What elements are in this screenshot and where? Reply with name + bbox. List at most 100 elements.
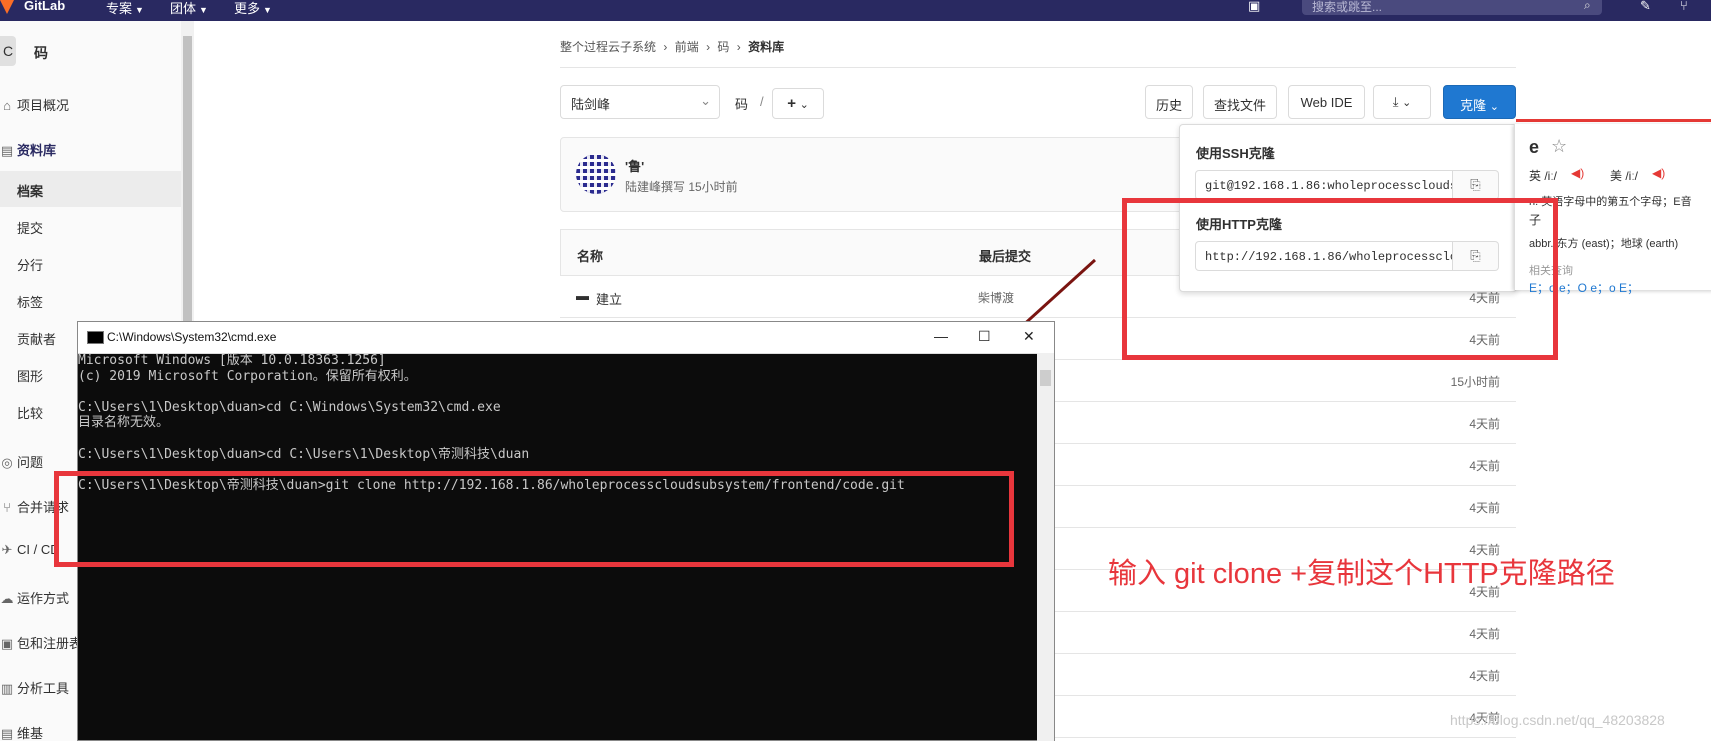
maximize-icon[interactable]: ☐ bbox=[978, 328, 991, 345]
cmd-window-title: C:\Windows\System32\cmd.exe bbox=[107, 330, 277, 344]
commit-time: 15小时前 bbox=[1450, 375, 1500, 389]
cmd-line: (c) 2019 Microsoft Corporation。保留所有权利。 bbox=[78, 368, 417, 384]
sidebar-item-files[interactable]: 档案 bbox=[17, 181, 43, 200]
avatar-pattern bbox=[576, 154, 616, 194]
cmd-line: 目录名称无效。 bbox=[78, 415, 170, 431]
find-file-button[interactable]: 查找文件 bbox=[1203, 85, 1277, 119]
rocket-icon: ✈ bbox=[1, 542, 13, 557]
speaker-icon[interactable]: ◀) bbox=[1652, 166, 1665, 180]
breadcrumb-item[interactable]: 前端 bbox=[675, 40, 699, 54]
ssh-clone-label: 使用SSH克隆 bbox=[1196, 146, 1275, 161]
chevron-down-icon: ▼ bbox=[199, 5, 208, 15]
commit-time: 4天前 bbox=[1469, 501, 1500, 515]
new-item-icon[interactable]: ▣ bbox=[1248, 0, 1260, 14]
dictionary-topbar bbox=[1516, 119, 1711, 122]
speaker-icon[interactable]: ◀) bbox=[1571, 166, 1584, 180]
path-root[interactable]: 码 bbox=[735, 94, 748, 113]
todo-icon[interactable]: ✎ bbox=[1640, 0, 1651, 14]
cmd-scroll-thumb[interactable] bbox=[1040, 370, 1051, 386]
path-separator: / bbox=[760, 94, 764, 109]
book-icon: ▤ bbox=[0, 726, 14, 741]
cmd-line: C:\Users\1\Desktop\duan>cd C:\Users\1\De… bbox=[78, 446, 530, 462]
download-dropdown[interactable]: ⤓ ⌄ bbox=[1373, 85, 1431, 119]
highlight-box-git-clone bbox=[54, 471, 1014, 567]
web-ide-button[interactable]: Web IDE bbox=[1288, 85, 1365, 119]
clone-button[interactable]: 克隆 ⌄ bbox=[1443, 85, 1516, 119]
cmd-line bbox=[78, 384, 1036, 400]
merge-requests-icon[interactable]: ⑂ bbox=[1680, 0, 1688, 13]
star-icon[interactable]: ☆ bbox=[1551, 136, 1567, 157]
cloud-icon: ☁ bbox=[0, 591, 14, 606]
sidebar-item-branches[interactable]: 分行 bbox=[17, 255, 43, 274]
commit-time: 4天前 bbox=[1469, 627, 1500, 641]
ssh-url-field[interactable]: git@192.168.1.86:wholeprocesscloudsubsys… bbox=[1195, 170, 1453, 200]
sidebar-item-wiki[interactable]: ▤ 维基 bbox=[0, 723, 43, 742]
breadcrumb-current[interactable]: 资料库 bbox=[748, 40, 784, 54]
sidebar-item-commits[interactable]: 提交 bbox=[17, 218, 43, 237]
search-input[interactable]: 搜索或跳至... ⌕ bbox=[1302, 0, 1602, 15]
column-name: 名称 bbox=[577, 249, 604, 264]
chevron-down-icon: ⌄ bbox=[799, 99, 809, 111]
project-avatar[interactable]: C bbox=[0, 36, 16, 66]
dictionary-word: e bbox=[1529, 137, 1540, 157]
chevron-down-icon: ⌄ bbox=[1489, 101, 1499, 113]
chevron-down-icon: ⌄ bbox=[1402, 97, 1412, 109]
history-button[interactable]: 历史 bbox=[1145, 85, 1193, 119]
folder-icon: ▬ bbox=[576, 288, 589, 303]
commit-time: 4天前 bbox=[1469, 459, 1500, 473]
sidebar-item-cicd[interactable]: ✈ CI / CD bbox=[0, 542, 60, 558]
add-file-dropdown[interactable]: + ⌄ bbox=[772, 88, 824, 119]
branch-select[interactable]: 陆剑峰 ⌄ bbox=[560, 85, 720, 119]
search-icon: ⌕ bbox=[1584, 0, 1591, 12]
commit-time: 4天前 bbox=[1469, 669, 1500, 683]
cmd-line: C:\Users\1\Desktop\duan>cd C:\Windows\Sy… bbox=[78, 399, 501, 415]
sidebar-item-tags[interactable]: 标签 bbox=[17, 292, 43, 311]
sidebar-item-issues[interactable]: ◎ 问题 bbox=[0, 452, 43, 471]
highlight-box-http-clone bbox=[1122, 198, 1558, 360]
annotation-text: 输入 git clone +复制这个HTTP克隆路径 bbox=[1108, 558, 1615, 590]
commit-title[interactable]: '鲁' bbox=[625, 156, 644, 175]
project-name[interactable]: 码 bbox=[34, 43, 48, 63]
sidebar-item-overview[interactable]: ⌂ 项目概况 bbox=[0, 95, 69, 114]
divider bbox=[560, 67, 1516, 68]
chevron-down-icon: ▼ bbox=[263, 5, 272, 15]
nav-more-menu[interactable]: 更多 ▼ bbox=[234, 0, 272, 17]
chevron-down-icon: ⌄ bbox=[700, 93, 711, 108]
chevron-down-icon: ▼ bbox=[135, 5, 144, 15]
sidebar-item-compare[interactable]: 比较 bbox=[17, 403, 43, 422]
sidebar-scroll-thumb[interactable] bbox=[183, 36, 192, 336]
file-name[interactable]: 建立 bbox=[596, 289, 622, 308]
download-icon: ⤓ bbox=[1392, 94, 1399, 109]
close-icon[interactable]: ✕ bbox=[1023, 328, 1035, 345]
nav-groups-menu[interactable]: 团体 ▼ bbox=[170, 0, 208, 17]
sidebar-item-contributors[interactable]: 贡献者 bbox=[17, 329, 56, 348]
us-pronunciation: 美 /iː/ bbox=[1610, 169, 1639, 183]
sidebar-item-repository[interactable]: ▤ 资料库 bbox=[0, 140, 56, 159]
cmd-titlebar[interactable]: C:\Windows\System32\cmd.exe — ☐ ✕ bbox=[78, 322, 1054, 354]
breadcrumb: 整个过程云子系统 › 前端 › 码 › 资料库 bbox=[560, 40, 785, 54]
sidebar-item-operations[interactable]: ☁ 运作方式 bbox=[0, 588, 70, 607]
sidebar-item-packages[interactable]: ▣ 包和注册表 bbox=[0, 633, 82, 652]
package-icon: ▣ bbox=[0, 636, 14, 651]
sidebar-item-graph[interactable]: 图形 bbox=[17, 366, 43, 385]
copy-ssh-url-button[interactable]: ⎘ bbox=[1453, 170, 1499, 200]
cmd-line: Microsoft Windows [版本 10.0.18363.1256] bbox=[78, 353, 386, 368]
top-navbar: GitLab 专案 ▼ 团体 ▼ 更多 ▼ ▣ 搜索或跳至... ⌕ ✎ ⑂ bbox=[0, 0, 1711, 21]
gitlab-logo-text[interactable]: GitLab bbox=[24, 0, 65, 13]
cmd-app-icon bbox=[87, 331, 104, 344]
gitlab-logo-icon[interactable] bbox=[0, 0, 14, 14]
home-icon: ⌂ bbox=[3, 98, 11, 113]
clipboard-icon: ⎘ bbox=[1470, 177, 1481, 192]
commit-time: 4天前 bbox=[1469, 417, 1500, 431]
cmd-scrollbar[interactable] bbox=[1037, 353, 1054, 741]
cmd-line bbox=[78, 431, 1036, 447]
uk-pronunciation: 英 /iː/ bbox=[1529, 169, 1558, 183]
commit-meta: 陆建峰撰写 15小时前 bbox=[625, 180, 738, 194]
breadcrumb-item[interactable]: 码 bbox=[717, 40, 729, 54]
breadcrumb-item[interactable]: 整个过程云子系统 bbox=[560, 40, 656, 54]
chart-icon: ▥ bbox=[0, 681, 14, 696]
sidebar-item-analytics[interactable]: ▥ 分析工具 bbox=[0, 678, 69, 697]
nav-projects-menu[interactable]: 专案 ▼ bbox=[106, 0, 144, 17]
merge-icon: ⑂ bbox=[3, 500, 11, 515]
minimize-icon[interactable]: — bbox=[934, 328, 948, 344]
